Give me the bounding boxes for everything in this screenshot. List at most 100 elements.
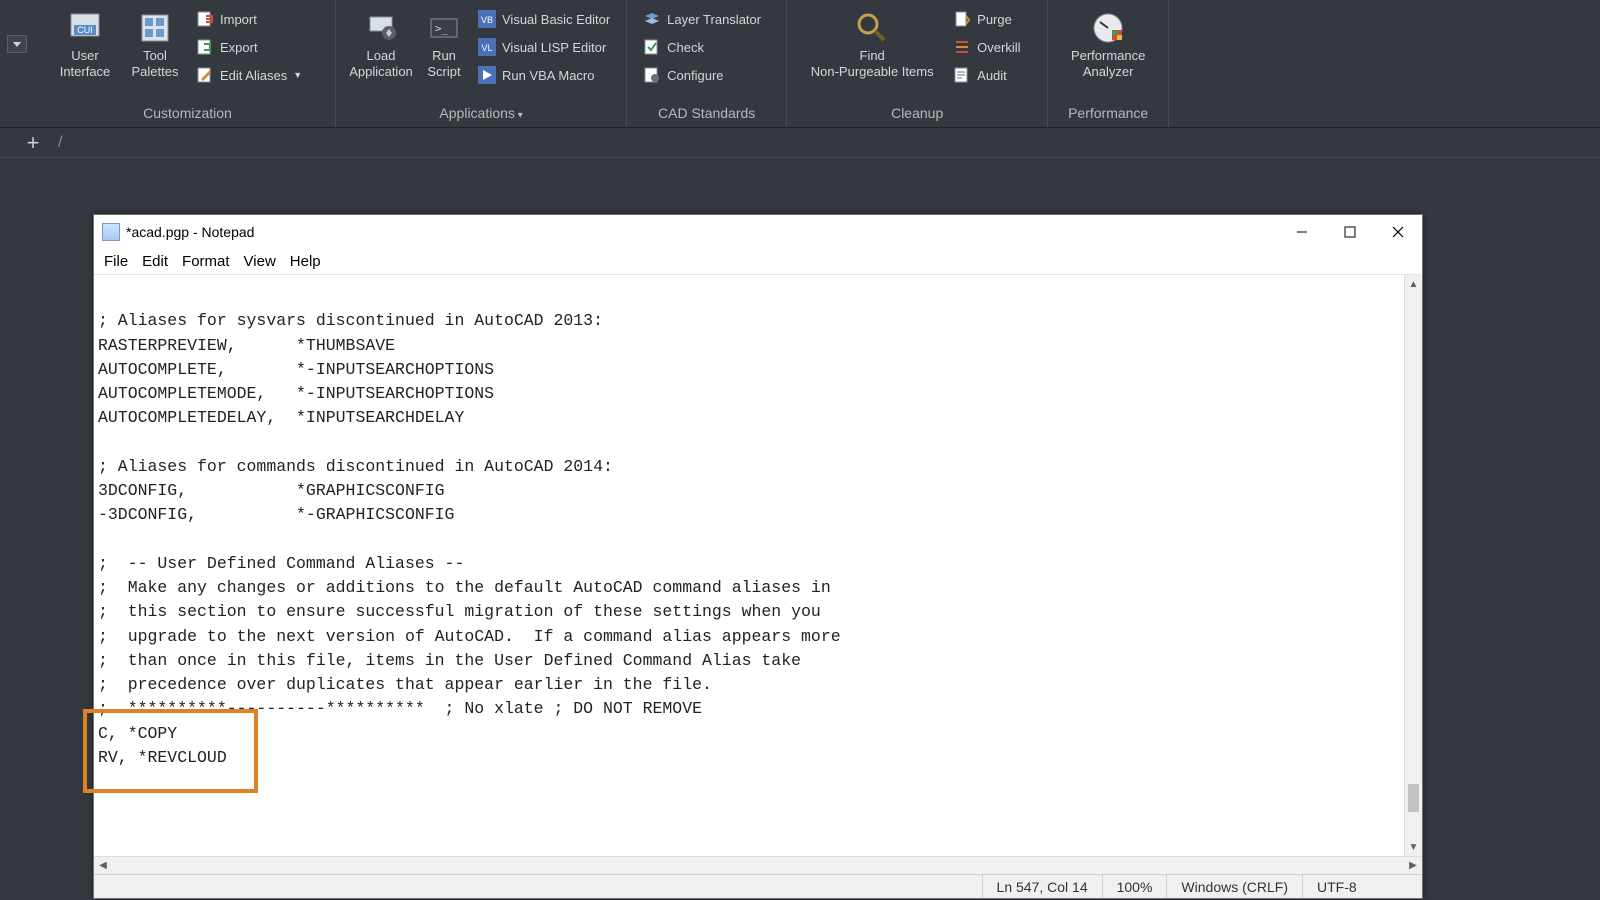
import-button[interactable]: Import xyxy=(190,8,325,30)
vb-icon: VB xyxy=(478,10,496,28)
panel-cleanup: Find Non-Purgeable Items Purge Overkill … xyxy=(787,0,1048,127)
vb-editor-label: Visual Basic Editor xyxy=(502,12,610,27)
scroll-down-arrow[interactable]: ▼ xyxy=(1405,838,1422,856)
menubar: File Edit Format View Help xyxy=(94,249,1422,275)
ribbon-dropdown[interactable] xyxy=(7,35,27,53)
check-label: Check xyxy=(667,40,704,55)
panel-customization: CUI User Interface Tool Palettes Import xyxy=(40,0,336,127)
check-icon xyxy=(643,38,661,56)
vlisp-editor-button[interactable]: VL Visual LISP Editor xyxy=(472,36,616,58)
scroll-right-arrow[interactable]: ▶ xyxy=(1404,857,1422,875)
slash-indicator: / xyxy=(58,134,62,152)
audit-icon xyxy=(953,66,971,84)
svg-text:VB: VB xyxy=(481,15,493,25)
minimize-button[interactable] xyxy=(1278,215,1326,249)
status-eol: Windows (CRLF) xyxy=(1166,875,1302,898)
purge-label: Purge xyxy=(977,12,1012,27)
layer-translator-button[interactable]: Layer Translator xyxy=(637,8,772,30)
status-zoom: 100% xyxy=(1102,875,1167,898)
overkill-button[interactable]: Overkill xyxy=(947,36,1037,58)
audit-button[interactable]: Audit xyxy=(947,64,1037,86)
scroll-track[interactable] xyxy=(1405,293,1422,838)
find-nonpurgeable-label: Find Non-Purgeable Items xyxy=(811,48,934,79)
text-area[interactable]: ; Aliases for sysvars discontinued in Au… xyxy=(94,275,1404,856)
run-vba-button[interactable]: Run VBA Macro xyxy=(472,64,616,86)
export-icon xyxy=(196,38,214,56)
edit-aliases-label: Edit Aliases xyxy=(220,68,287,83)
vb-editor-button[interactable]: VB Visual Basic Editor xyxy=(472,8,616,30)
run-script-button[interactable]: >_ Run Script xyxy=(416,6,472,79)
panel-cleanup-label: Cleanup xyxy=(787,101,1047,127)
configure-label: Configure xyxy=(667,68,723,83)
panel-performance: Performance Analyzer Performance xyxy=(1048,0,1169,127)
svg-text:VL: VL xyxy=(481,43,492,53)
find-nonpurgeable-button[interactable]: Find Non-Purgeable Items xyxy=(797,6,947,79)
purge-icon xyxy=(953,10,971,28)
tool-palettes-icon xyxy=(137,10,173,46)
export-label: Export xyxy=(220,40,258,55)
titlebar[interactable]: *acad.pgp - Notepad xyxy=(94,215,1422,249)
svg-text:>_: >_ xyxy=(435,22,449,35)
notepad-window: *acad.pgp - Notepad File Edit Format Vie… xyxy=(93,214,1423,899)
edit-aliases-icon xyxy=(196,66,214,84)
status-encoding: UTF-8 xyxy=(1302,875,1422,898)
layer-translator-icon xyxy=(643,10,661,28)
tool-palettes-label: Tool Palettes xyxy=(132,48,179,79)
overkill-icon xyxy=(953,38,971,56)
panel-cad-standards-label: CAD Standards xyxy=(627,101,786,127)
user-interface-label: User Interface xyxy=(60,48,111,79)
load-app-icon xyxy=(363,10,399,46)
horizontal-scrollbar[interactable]: ◀ ▶ xyxy=(94,856,1422,874)
tool-palettes-button[interactable]: Tool Palettes xyxy=(120,6,190,79)
edit-aliases-button[interactable]: Edit Aliases ▼ xyxy=(190,64,325,86)
magnifier-icon xyxy=(854,10,890,46)
menu-help[interactable]: Help xyxy=(290,253,321,270)
vlisp-editor-label: Visual LISP Editor xyxy=(502,40,606,55)
panel-applications-label[interactable]: Applications xyxy=(336,101,626,127)
menu-file[interactable]: File xyxy=(104,253,128,270)
run-script-label: Run Script xyxy=(427,48,460,79)
menu-format[interactable]: Format xyxy=(182,253,230,270)
run-script-icon: >_ xyxy=(426,10,462,46)
panel-cad-standards: Layer Translator Check Configure CAD Sta… xyxy=(627,0,787,127)
scroll-left-arrow[interactable]: ◀ xyxy=(94,857,112,875)
export-button[interactable]: Export xyxy=(190,36,325,58)
configure-button[interactable]: Configure xyxy=(637,64,772,86)
check-button[interactable]: Check xyxy=(637,36,772,58)
import-icon xyxy=(196,10,214,28)
panel-performance-label: Performance xyxy=(1048,101,1168,127)
load-application-label: Load Application xyxy=(349,48,413,79)
chevron-down-icon: ▼ xyxy=(293,70,302,80)
run-vba-label: Run VBA Macro xyxy=(502,68,595,83)
purge-button[interactable]: Purge xyxy=(947,8,1037,30)
status-position: Ln 547, Col 14 xyxy=(982,875,1102,898)
scroll-thumb[interactable] xyxy=(1408,784,1419,812)
menu-edit[interactable]: Edit xyxy=(142,253,168,270)
statusbar: Ln 547, Col 14 100% Windows (CRLF) UTF-8 xyxy=(94,874,1422,898)
svg-text:CUI: CUI xyxy=(77,25,93,35)
audit-label: Audit xyxy=(977,68,1007,83)
scroll-up-arrow[interactable]: ▲ xyxy=(1405,275,1422,293)
configure-icon xyxy=(643,66,661,84)
vlisp-icon: VL xyxy=(478,38,496,56)
drawing-tabstrip: + / xyxy=(0,128,1600,158)
user-interface-button[interactable]: CUI User Interface xyxy=(50,6,120,79)
ribbon: CUI User Interface Tool Palettes Import xyxy=(0,0,1600,128)
gauge-icon xyxy=(1090,10,1126,46)
performance-analyzer-button[interactable]: Performance Analyzer xyxy=(1058,6,1158,79)
new-tab-button[interactable]: + xyxy=(20,132,46,154)
performance-analyzer-label: Performance Analyzer xyxy=(1071,48,1145,79)
vba-icon xyxy=(478,66,496,84)
panel-applications: Load Application >_ Run Script VB Visual… xyxy=(336,0,627,127)
cui-icon: CUI xyxy=(67,10,103,46)
import-label: Import xyxy=(220,12,257,27)
layer-translator-label: Layer Translator xyxy=(667,12,761,27)
vertical-scrollbar[interactable]: ▲ ▼ xyxy=(1404,275,1422,856)
notepad-app-icon xyxy=(102,223,120,241)
maximize-button[interactable] xyxy=(1326,215,1374,249)
load-application-button[interactable]: Load Application xyxy=(346,6,416,79)
overkill-label: Overkill xyxy=(977,40,1020,55)
close-button[interactable] xyxy=(1374,215,1422,249)
panel-customization-label: Customization xyxy=(40,101,335,127)
menu-view[interactable]: View xyxy=(244,253,276,270)
